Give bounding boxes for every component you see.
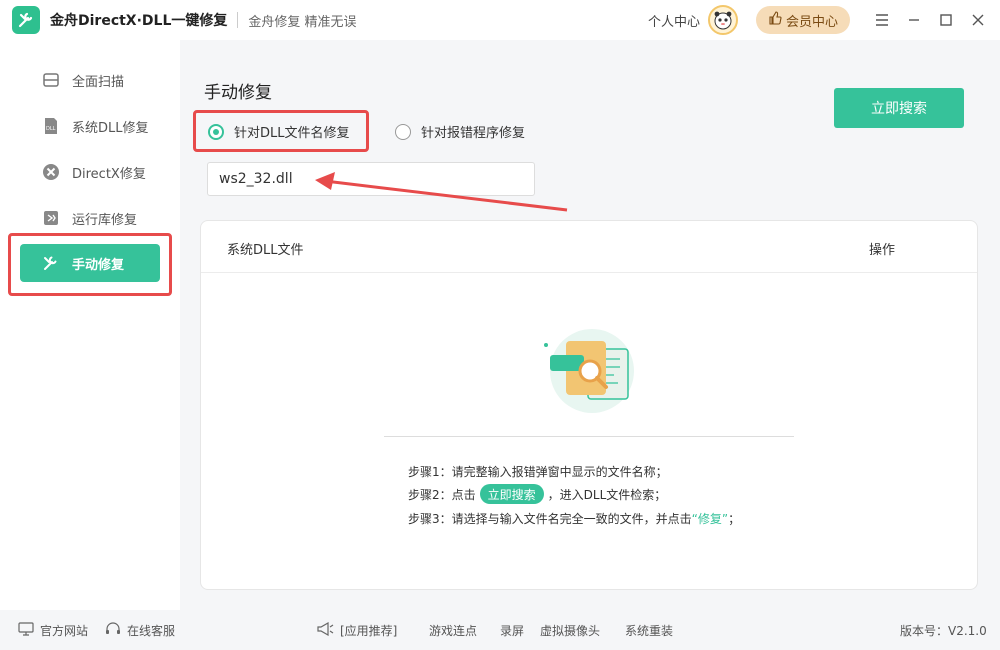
step-3-repair-highlight: “修复” xyxy=(691,512,729,526)
user-center-link[interactable]: 个人中心 xyxy=(648,11,700,30)
title-bar: 金舟DirectX·DLL一键修复 金舟修复 精准无误 个人中心 会员中心 xyxy=(0,0,1000,40)
menu-icon[interactable] xyxy=(866,0,898,40)
step-3-suffix: ； xyxy=(728,512,741,526)
step-3-prefix: 步骤3：请选择与输入文件名完全一致的文件，并点击 xyxy=(408,512,692,526)
footer-link-game-clicker[interactable]: 游戏连点 xyxy=(429,622,477,639)
sidebar: 全面扫描 DLL 系统DLL修复 DirectX修复 运行库修复 手动修复 xyxy=(0,40,180,610)
empty-state-illustration-icon xyxy=(544,329,634,413)
online-service-label: 在线客服 xyxy=(127,624,176,638)
step-1-text: 步骤1：请完整输入报错弹窗中显示的文件名称； xyxy=(408,463,668,480)
step-2-text: 步骤2：点击 立即搜索 ，进入DLL文件检索； xyxy=(408,484,666,504)
step-2-suffix: ，进入DLL文件检索； xyxy=(547,487,667,502)
megaphone-icon xyxy=(316,621,334,639)
table-header: 系统DLL文件 操作 xyxy=(201,221,977,273)
directx-icon xyxy=(40,161,62,183)
sidebar-item-system-dll[interactable]: DLL 系统DLL修复 xyxy=(20,107,160,145)
search-now-button[interactable]: 立即搜索 xyxy=(834,88,964,128)
version-label: 版本号：V2.1.0 xyxy=(900,624,987,638)
sidebar-item-directx[interactable]: DirectX修复 xyxy=(20,153,160,191)
dll-icon: DLL xyxy=(40,115,62,137)
headset-icon xyxy=(105,622,121,639)
maximize-icon[interactable] xyxy=(930,0,962,40)
sidebar-item-label: 全面扫描 xyxy=(72,74,125,90)
empty-state-divider xyxy=(384,436,794,437)
minimize-icon[interactable] xyxy=(898,0,930,40)
annotation-arrow-icon xyxy=(315,172,568,212)
sidebar-item-full-scan[interactable]: 全面扫描 xyxy=(20,61,160,99)
title-divider xyxy=(237,12,239,28)
vip-center-label: 会员中心 xyxy=(785,14,838,30)
scan-icon xyxy=(40,69,62,91)
step-1-label: 步骤1：请完整输入报错弹窗中显示的文件名称； xyxy=(408,465,668,479)
online-service-link[interactable]: 在线客服 xyxy=(105,622,175,639)
column-header-action: 操作 xyxy=(868,243,895,258)
step-2-prefix: 步骤2：点击 xyxy=(408,487,476,502)
radio-unchecked-icon xyxy=(395,123,411,140)
app-recommend: [应用推荐] xyxy=(316,621,398,639)
app-recommend-label: [应用推荐] xyxy=(340,624,398,638)
vip-center-button[interactable]: 会员中心 xyxy=(755,6,850,34)
app-logo-icon xyxy=(12,6,40,34)
sidebar-item-label: DirectX修复 xyxy=(72,166,146,182)
runtime-icon xyxy=(40,207,62,229)
official-site-label: 官方网站 xyxy=(40,624,89,638)
footer-link-virtual-camera[interactable]: 虚拟摄像头 xyxy=(540,622,600,639)
app-subtitle: 金舟修复 精准无误 xyxy=(248,14,357,30)
step-3-text: 步骤3：请选择与输入文件名完全一致的文件，并点击 “修复” ； xyxy=(408,510,740,527)
radio-by-program[interactable]: 针对报错程序修复 xyxy=(395,122,525,141)
step-2-search-pill: 立即搜索 xyxy=(479,484,544,504)
svg-text:DLL: DLL xyxy=(46,126,56,132)
page-title: 手动修复 xyxy=(204,83,272,103)
app-title: 金舟DirectX·DLL一键修复 xyxy=(50,13,228,29)
radio-label: 针对报错程序修复 xyxy=(421,126,526,141)
sidebar-item-label: 运行库修复 xyxy=(72,212,138,228)
close-icon[interactable] xyxy=(962,0,994,40)
sidebar-item-runtime[interactable]: 运行库修复 xyxy=(20,199,160,237)
column-header-dll-file: 系统DLL文件 xyxy=(227,243,304,258)
highlight-box-sidebar xyxy=(8,233,172,296)
footer-link-screen-record[interactable]: 录屏 xyxy=(500,622,524,639)
thumbs-up-icon xyxy=(768,11,782,29)
monitor-icon xyxy=(18,622,34,639)
sidebar-item-label: 系统DLL修复 xyxy=(72,120,149,136)
highlight-box-radio xyxy=(193,110,369,152)
official-site-link[interactable]: 官方网站 xyxy=(18,622,88,639)
footer: 官方网站 在线客服 [应用推荐] 游戏连点 录屏 虚拟摄像头 系统重装 版本号：… xyxy=(0,610,1000,650)
footer-link-system-reinstall[interactable]: 系统重装 xyxy=(625,622,673,639)
avatar[interactable] xyxy=(707,5,738,35)
